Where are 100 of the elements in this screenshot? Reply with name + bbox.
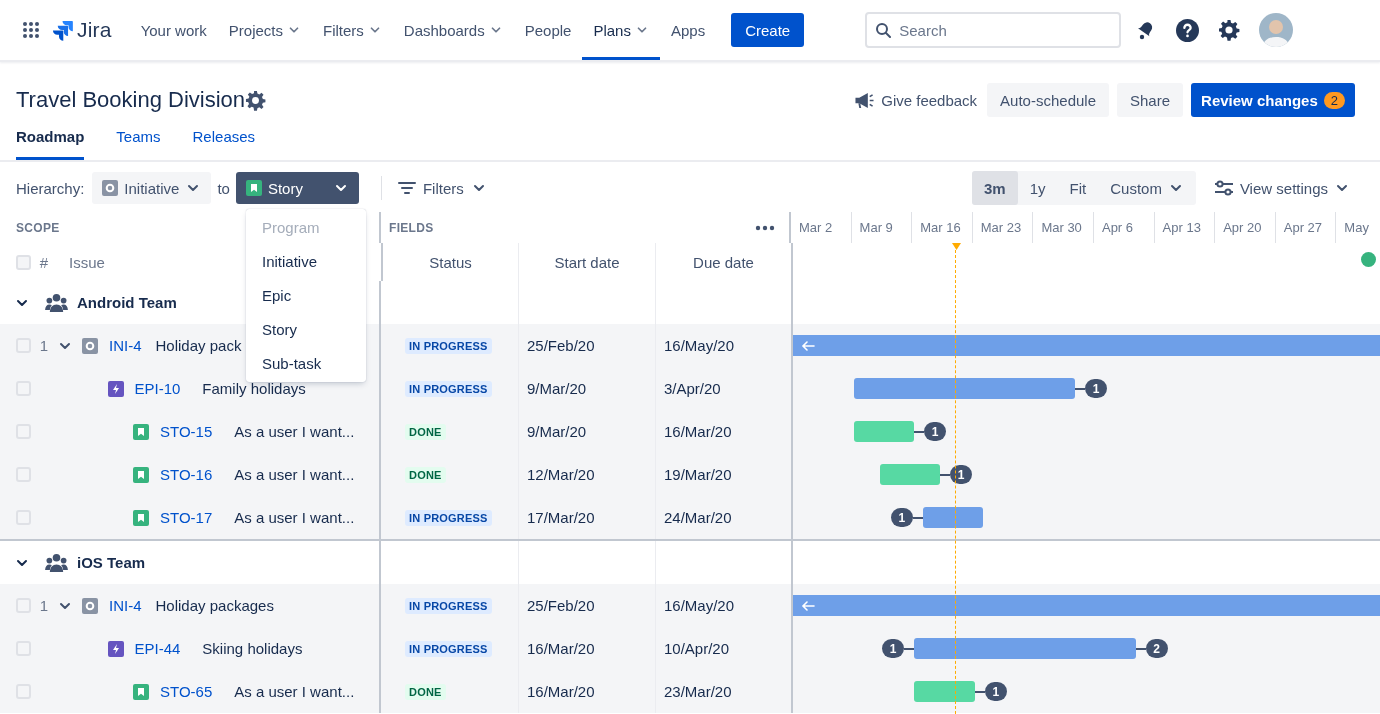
time-scale-option[interactable]: 1y [1017, 171, 1058, 205]
nav-item[interactable]: Dashboards [392, 3, 514, 60]
initiative-icon [82, 337, 98, 354]
time-scale-option[interactable]: Fit [1057, 171, 1099, 205]
issue-title: As a user I want... [234, 423, 355, 440]
week-label: Mar 2 [791, 212, 852, 243]
column-header[interactable]: Status [429, 253, 472, 271]
gantt-bar[interactable] [879, 464, 941, 485]
avatar[interactable] [1259, 13, 1294, 47]
start-date: 16/Mar/20 [527, 640, 595, 657]
status-lozenge: DONE [405, 423, 446, 440]
due-date: 19/Mar/20 [664, 466, 732, 483]
status-lozenge: IN PROGRESS [405, 597, 492, 614]
menu-item[interactable]: Epic [246, 278, 366, 312]
column-header[interactable]: Due date [693, 253, 754, 271]
issue-title: As a user I want... [234, 683, 355, 700]
nav-item[interactable]: People [513, 3, 583, 60]
settings-icon[interactable] [1218, 19, 1241, 41]
sliders-icon [1213, 179, 1234, 197]
column-header: Issue [69, 253, 105, 271]
toolbar-button[interactable]: Share [1117, 83, 1184, 117]
tab[interactable]: Releases [192, 128, 256, 160]
status-lozenge: IN PROGRESS [405, 337, 492, 354]
more-icon[interactable] [755, 224, 775, 231]
start-date: 25/Feb/20 [527, 597, 595, 614]
megaphone-icon [854, 90, 876, 110]
issue-key-link[interactable]: EPI-44 [134, 640, 181, 657]
week-label: Apr 6 [1093, 212, 1155, 243]
gantt-bar[interactable] [793, 595, 1380, 616]
story-icon [133, 466, 149, 483]
filters-button[interactable]: Filters [389, 179, 495, 197]
due-date: 3/Apr/20 [664, 380, 721, 397]
start-date: 9/Mar/20 [527, 380, 587, 397]
gantt-bar[interactable] [914, 681, 975, 702]
status-lozenge: IN PROGRESS [405, 640, 492, 657]
nav-item[interactable]: Your work [129, 3, 218, 60]
team-icon [45, 553, 68, 572]
checkbox[interactable] [16, 254, 31, 270]
time-scale-option[interactable]: 3m [972, 171, 1018, 205]
app-switcher-icon[interactable] [22, 21, 40, 39]
initiative-icon [82, 597, 98, 614]
gantt-bar[interactable] [922, 507, 984, 528]
jira-logo[interactable]: Jira [52, 18, 112, 42]
row-number: 1 [38, 597, 50, 614]
gantt-bar[interactable] [793, 335, 1380, 356]
count-badge: 2 [1323, 91, 1345, 109]
gantt-bar[interactable] [853, 378, 1075, 399]
story-icon [133, 683, 149, 700]
start-date: 12/Mar/20 [527, 466, 595, 483]
hierarchy-to-select[interactable]: Story [235, 172, 359, 204]
epic-icon [107, 640, 124, 657]
issue-title: As a user I want... [234, 466, 355, 483]
feedback-button[interactable]: Give feedback [852, 83, 980, 117]
tab[interactable]: Teams [116, 128, 161, 160]
status-lozenge: IN PROGRESS [405, 509, 492, 526]
nav-item[interactable]: Apps [659, 3, 717, 60]
time-scale-option[interactable]: Custom [1098, 171, 1196, 205]
nav-item[interactable]: Filters [312, 3, 393, 60]
due-date: 16/May/20 [664, 337, 735, 354]
toolbar-button[interactable]: Auto-schedule [987, 83, 1109, 117]
nav-item[interactable]: Projects [217, 3, 312, 60]
week-label: Mar 9 [851, 212, 913, 243]
settings-icon[interactable] [245, 89, 267, 111]
arrow-left-icon [801, 338, 815, 353]
column-header[interactable]: Start date [554, 253, 620, 271]
issue-key-link[interactable]: STO-17 [160, 509, 213, 526]
hierarchy-from-select[interactable]: Initiative [92, 172, 212, 204]
issue-key-link[interactable]: INI-4 [109, 597, 142, 614]
create-button[interactable]: Create [731, 13, 805, 47]
issue-key-link[interactable]: EPI-10 [134, 380, 181, 397]
status-lozenge: DONE [405, 466, 446, 483]
filter-icon [397, 180, 416, 196]
search-icon [875, 22, 892, 38]
team-icon [45, 293, 68, 312]
issue-key-link[interactable]: INI-4 [109, 337, 142, 354]
team-name: Android Team [77, 294, 177, 311]
tab[interactable]: Roadmap [16, 128, 85, 160]
nav-item[interactable]: Plans [582, 3, 660, 60]
help-icon[interactable] [1176, 18, 1200, 42]
due-date: 16/Mar/20 [664, 423, 732, 440]
menu-item[interactable]: Story [246, 312, 366, 346]
menu-item[interactable]: Initiative [246, 244, 366, 278]
menu-item[interactable]: Sub-task [246, 346, 366, 380]
week-label: Apr 13 [1154, 212, 1216, 243]
team-name: iOS Team [77, 554, 146, 571]
hierarchy-label: Hierarchy: [16, 179, 85, 197]
row-number: 1 [38, 337, 50, 354]
due-date: 24/Mar/20 [664, 509, 732, 526]
due-date: 16/May/20 [664, 597, 735, 614]
search-field[interactable]: Search [865, 12, 1122, 48]
review-changes-button[interactable]: Review changes 2 [1191, 83, 1355, 117]
gantt-bar[interactable] [853, 421, 915, 442]
issue-key-link[interactable]: STO-16 [160, 466, 213, 483]
issue-key-link[interactable]: STO-65 [160, 683, 213, 700]
story-icon [133, 509, 149, 526]
release-marker[interactable] [1361, 252, 1376, 267]
gantt-bar[interactable] [914, 638, 1136, 659]
issue-key-link[interactable]: STO-15 [160, 423, 213, 440]
to-label: to [217, 179, 230, 197]
view-settings-button[interactable]: View settings [1207, 178, 1356, 198]
